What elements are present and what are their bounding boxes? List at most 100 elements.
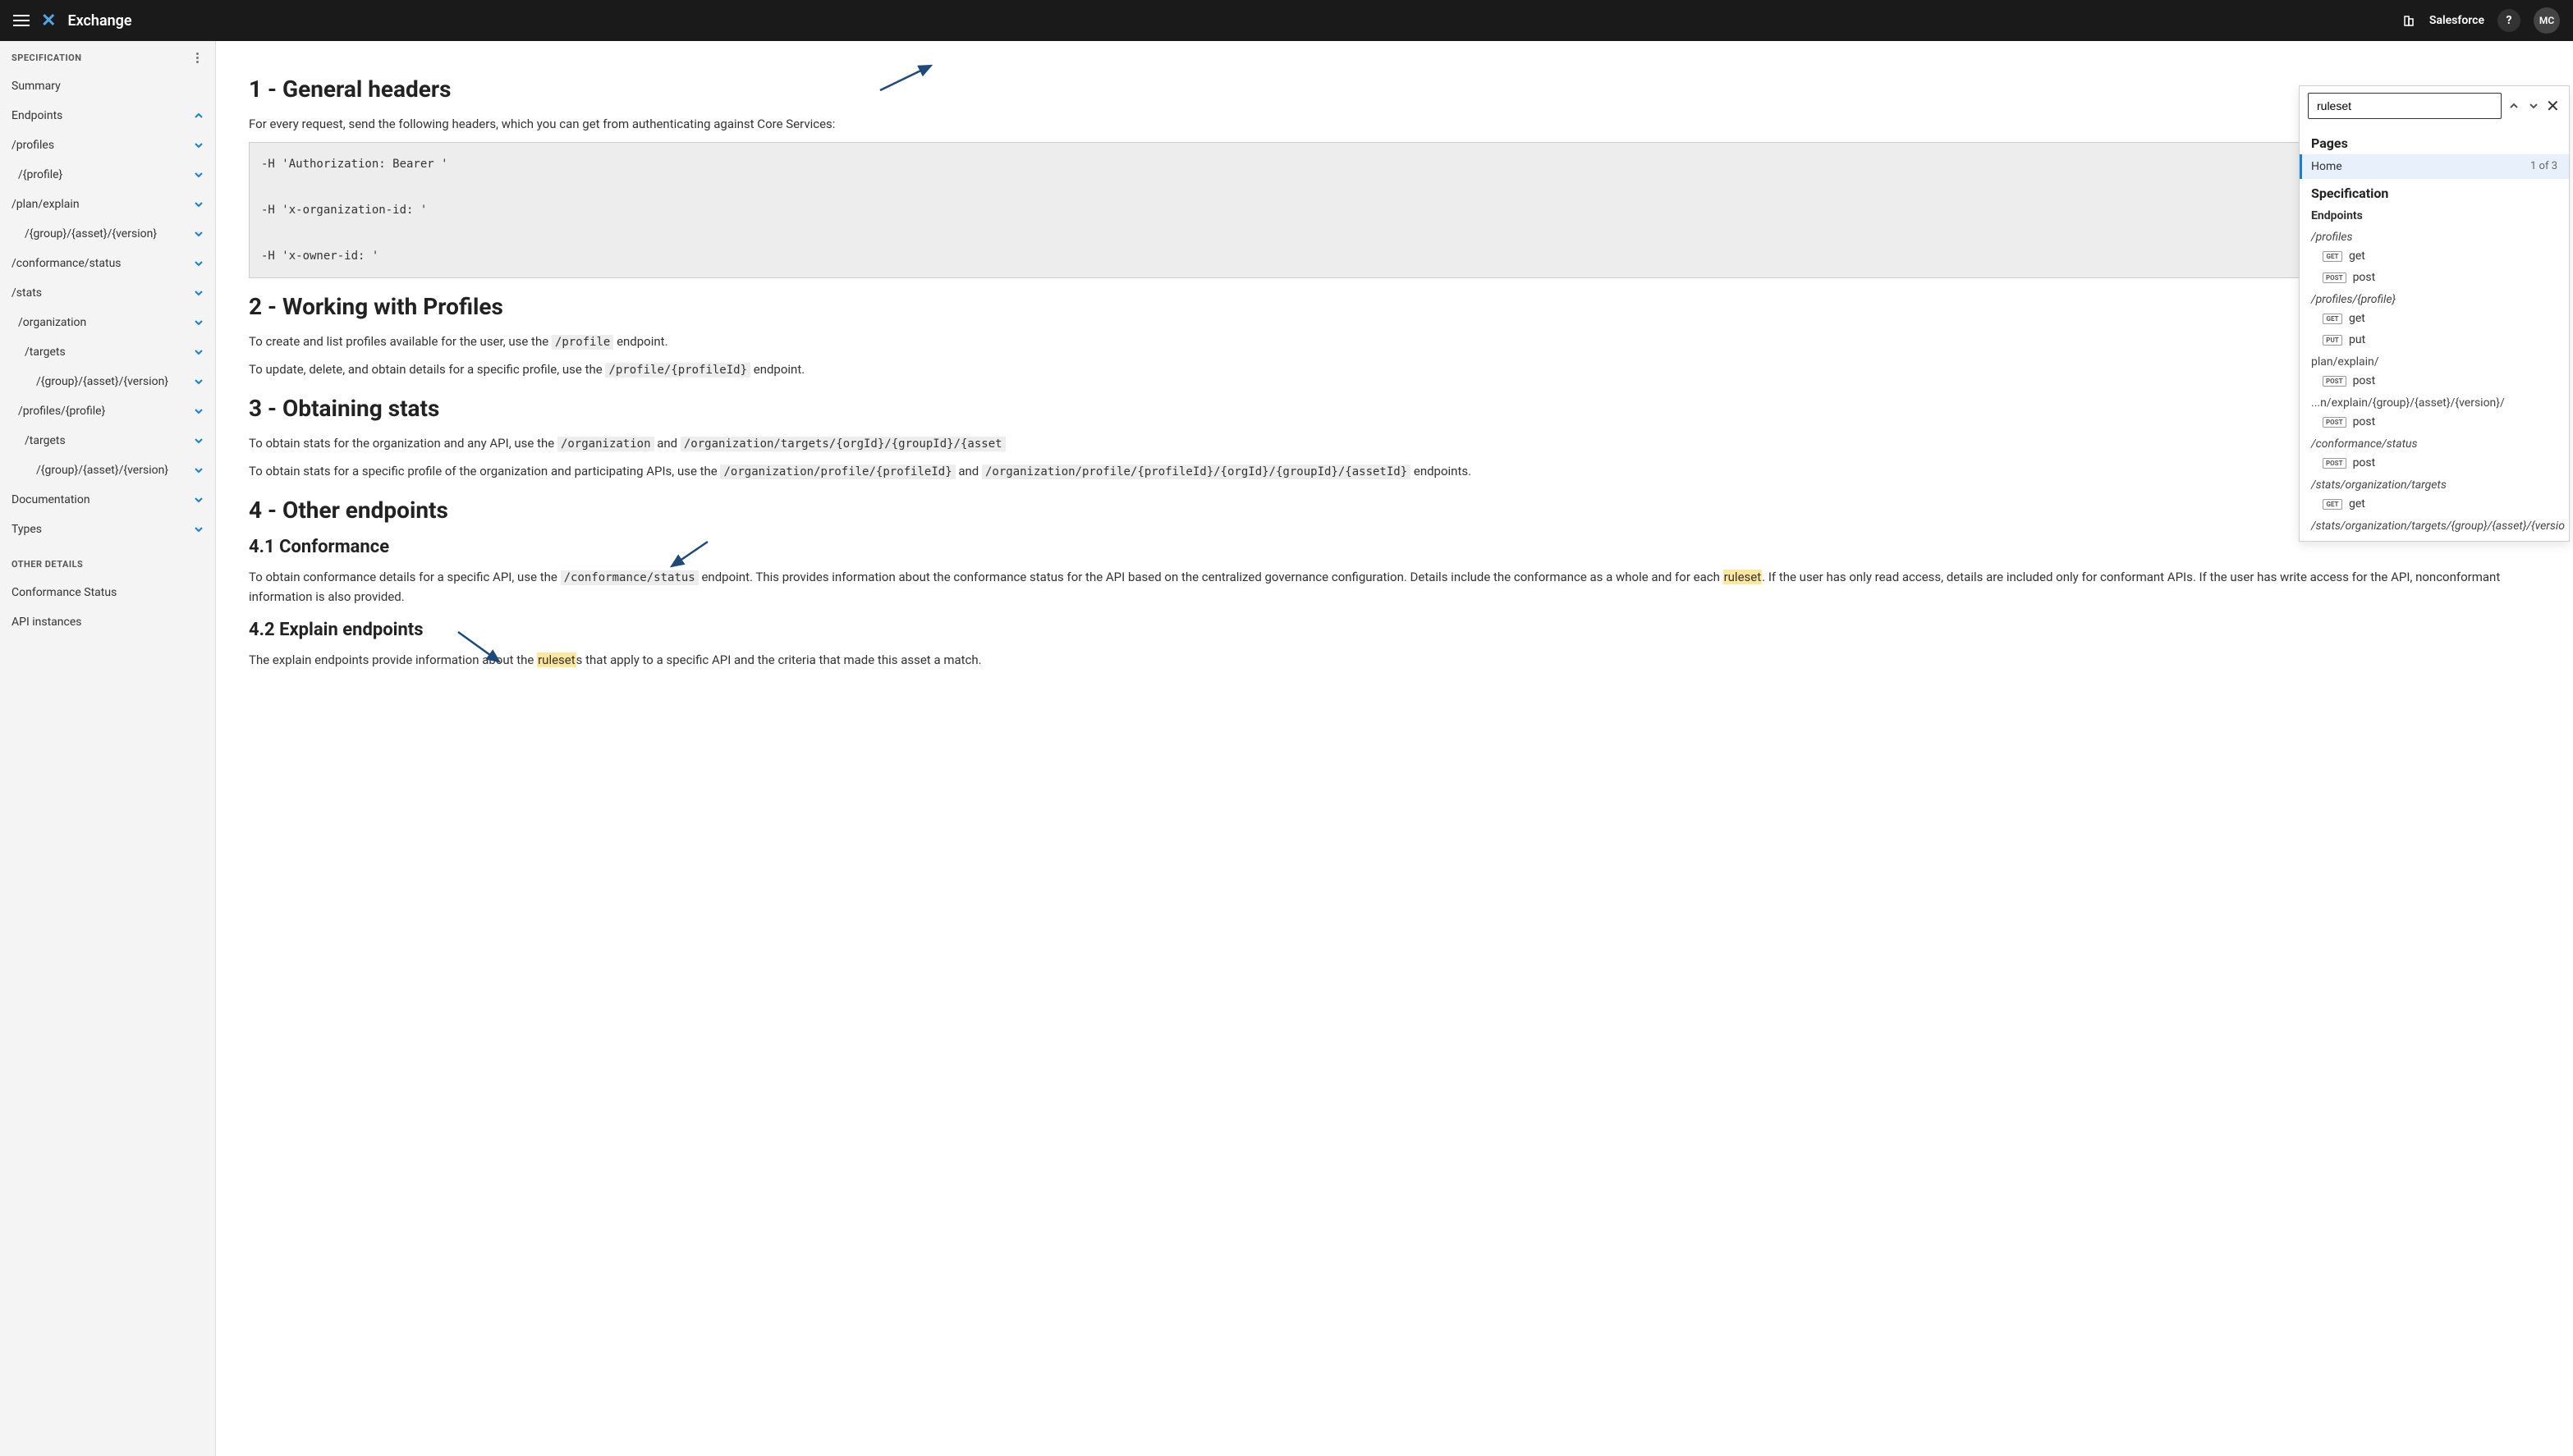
- help-button[interactable]: ?: [2497, 9, 2520, 32]
- inline-code: /organization/profile/{profileId}/{orgId…: [982, 465, 1410, 479]
- chevron-down-icon: [194, 259, 204, 268]
- search-result-path[interactable]: /conformance/status: [2300, 433, 2569, 452]
- chevron-down-icon: [194, 288, 204, 298]
- avatar[interactable]: MC: [2534, 7, 2560, 34]
- paragraph: To create and list profiles available fo…: [249, 332, 2540, 351]
- method-badge: POST: [2323, 272, 2346, 283]
- app-title: Exchange: [67, 12, 131, 30]
- sidebar-types[interactable]: Types: [0, 515, 215, 544]
- sidebar-endpoint-item[interactable]: /{group}/{asset}/{version}: [0, 367, 215, 396]
- chevron-down-icon: [194, 229, 204, 239]
- sidebar-endpoint-item[interactable]: /targets: [0, 426, 215, 456]
- search-result-method[interactable]: POSTpost: [2300, 411, 2569, 433]
- chevron-down-icon: [194, 199, 204, 209]
- heading-3: 3 - Obtaining stats: [249, 395, 2540, 422]
- sidebar-summary[interactable]: Summary: [0, 71, 215, 101]
- chevron-down-icon: [194, 436, 204, 446]
- inline-code: /profile: [552, 335, 613, 350]
- close-icon[interactable]: ✕: [2546, 96, 2561, 116]
- chevron-down-icon: [194, 406, 204, 416]
- search-result-method[interactable]: POSTpost: [2300, 452, 2569, 474]
- search-subsection-endpoints: Endpoints: [2300, 204, 2569, 226]
- method-badge: POST: [2323, 417, 2346, 428]
- sidebar-endpoint-item[interactable]: /{group}/{asset}/{version}: [0, 219, 215, 249]
- method-badge: POST: [2323, 458, 2346, 469]
- sidebar-section-spec: SPECIFICATION: [11, 53, 82, 63]
- paragraph: For every request, send the following he…: [249, 114, 2540, 134]
- chevron-down-icon: [194, 347, 204, 357]
- sidebar-endpoint-item[interactable]: /organization: [0, 308, 215, 337]
- chevron-down-icon: [194, 465, 204, 475]
- heading-41: 4.1 Conformance: [249, 537, 2540, 557]
- sidebar-endpoint-item[interactable]: /conformance/status: [0, 249, 215, 278]
- sidebar-endpoint-item[interactable]: /plan/explain: [0, 190, 215, 219]
- sidebar-endpoint-item[interactable]: /{profile}: [0, 160, 215, 190]
- paragraph: To obtain conformance details for a spec…: [249, 567, 2540, 607]
- sidebar-endpoint-item[interactable]: /targets: [0, 337, 215, 367]
- prev-match-button[interactable]: [2506, 98, 2521, 113]
- method-badge: GET: [2323, 251, 2342, 262]
- chevron-down-icon: [194, 524, 204, 534]
- search-result-path[interactable]: plan/explain/: [2300, 350, 2569, 370]
- inline-code: /organization/profile/{profileId}: [720, 465, 955, 479]
- search-result-method[interactable]: GETget: [2300, 245, 2569, 267]
- sidebar-endpoint-item[interactable]: /stats: [0, 278, 215, 308]
- chevron-down-icon: [194, 170, 204, 180]
- inline-code: /organization/targets/{orgId}/{groupId}/…: [681, 437, 1006, 451]
- highlight: ruleset: [537, 652, 576, 667]
- sidebar-documentation[interactable]: Documentation: [0, 485, 215, 515]
- search-result-method[interactable]: GETget: [2300, 493, 2569, 515]
- heading-42: 4.2 Explain endpoints: [249, 620, 2540, 640]
- paragraph: To obtain stats for a specific profile o…: [249, 461, 2540, 481]
- sidebar-section-other: OTHER DETAILS: [11, 559, 83, 570]
- main-content: 1 - General headers For every request, s…: [216, 41, 2573, 1456]
- sidebar-endpoint-item[interactable]: /profiles/{profile}: [0, 396, 215, 426]
- sidebar-api-instances[interactable]: API instances: [0, 607, 215, 637]
- paragraph: To obtain stats for the organization and…: [249, 433, 2540, 453]
- chevron-down-icon: [194, 318, 204, 327]
- inline-code: /profile/{profileId}: [605, 363, 750, 378]
- next-match-button[interactable]: [2526, 98, 2541, 113]
- paragraph: To update, delete, and obtain details fo…: [249, 359, 2540, 379]
- search-result-method[interactable]: GETget: [2300, 308, 2569, 329]
- search-input[interactable]: [2308, 93, 2502, 119]
- code-block: -H 'Authorization: Bearer ' -H 'x-organi…: [249, 142, 2540, 278]
- search-result-home[interactable]: Home 1 of 3: [2300, 154, 2569, 179]
- search-result-path[interactable]: ...n/explain/{group}/{asset}/{version}/: [2300, 391, 2569, 411]
- search-result-path[interactable]: /stats/organization/targets/{group}/{ass…: [2300, 515, 2569, 534]
- heading-2: 2 - Working with Profiles: [249, 293, 2540, 320]
- kebab-menu[interactable]: [190, 53, 204, 63]
- sidebar-endpoint-item[interactable]: /profiles: [0, 130, 215, 160]
- method-badge: POST: [2323, 376, 2346, 387]
- chevron-down-icon: [194, 495, 204, 505]
- sidebar-endpoints[interactable]: Endpoints: [0, 101, 215, 130]
- heading-4: 4 - Other endpoints: [249, 497, 2540, 524]
- search-result-method[interactable]: PUTput: [2300, 329, 2569, 350]
- org-name[interactable]: Salesforce: [2429, 14, 2484, 27]
- search-result-path[interactable]: /profiles/{profile}: [2300, 288, 2569, 308]
- method-badge: PUT: [2323, 335, 2342, 346]
- search-section-spec: Specification: [2300, 179, 2569, 204]
- highlight: ruleset: [1723, 570, 1763, 584]
- method-badge: GET: [2323, 499, 2342, 510]
- inline-code: /conformance/status: [561, 570, 699, 585]
- heading-1: 1 - General headers: [249, 76, 2540, 103]
- sidebar-endpoint-item[interactable]: /{group}/{asset}/{version}: [0, 456, 215, 485]
- search-result-method[interactable]: POSTpost: [2300, 370, 2569, 391]
- paragraph: The explain endpoints provide informatio…: [249, 650, 2540, 670]
- search-panel: ✕ Pages Home 1 of 3 Specification Endpoi…: [2299, 85, 2570, 542]
- chevron-up-icon: [194, 111, 204, 121]
- search-section-pages: Pages: [2300, 129, 2569, 154]
- logo-icon: ✕: [41, 11, 56, 31]
- inline-code: /organization: [557, 437, 654, 451]
- sidebar: SPECIFICATION Summary Endpoints /profile…: [0, 41, 216, 1456]
- search-result-method[interactable]: POSTpost: [2300, 267, 2569, 288]
- sidebar-conformance[interactable]: Conformance Status: [0, 578, 215, 607]
- chevron-down-icon: [194, 140, 204, 150]
- hamburger-menu[interactable]: [13, 15, 30, 26]
- org-icon: [2403, 14, 2416, 27]
- search-result-path[interactable]: /profiles: [2300, 226, 2569, 245]
- search-result-path[interactable]: /stats/organization/targets: [2300, 474, 2569, 493]
- match-count: 1 of 3: [2530, 160, 2557, 173]
- chevron-down-icon: [194, 377, 204, 387]
